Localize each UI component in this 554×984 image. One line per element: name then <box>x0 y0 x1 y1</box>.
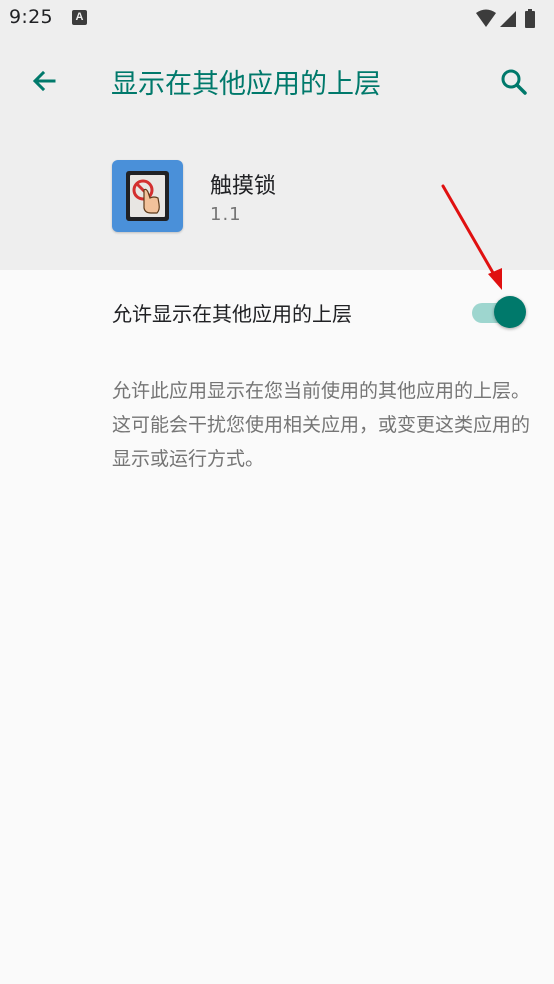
switch-thumb <box>494 296 526 328</box>
app-version: 1.1 <box>210 204 242 225</box>
page-title: 显示在其他应用的上层 <box>111 69 381 100</box>
wifi-icon <box>476 9 496 27</box>
a-icon: A <box>72 10 87 25</box>
permission-description: 允许此应用显示在您当前使用的其他应用的上层。这可能会干扰您使用相关应用，或变更这… <box>112 380 531 470</box>
app-name: 触摸锁 <box>210 174 277 199</box>
back-button[interactable] <box>24 62 64 102</box>
permission-switch[interactable] <box>470 294 528 330</box>
battery-icon <box>525 9 535 28</box>
red-arrow-icon <box>441 184 502 290</box>
status-icons <box>476 9 535 28</box>
status-bar: 9:25 A <box>0 0 554 38</box>
status-time: 9:25 <box>9 6 53 28</box>
search-icon <box>501 69 527 95</box>
touch-lock-app-icon <box>112 160 183 232</box>
permission-toggle-label: 允许显示在其他应用的上层 <box>112 302 352 326</box>
app-bar: 显示在其他应用的上层 <box>0 38 554 124</box>
arrow-back-icon <box>32 70 56 92</box>
cell-signal-icon <box>500 11 516 27</box>
search-button[interactable] <box>494 62 534 102</box>
